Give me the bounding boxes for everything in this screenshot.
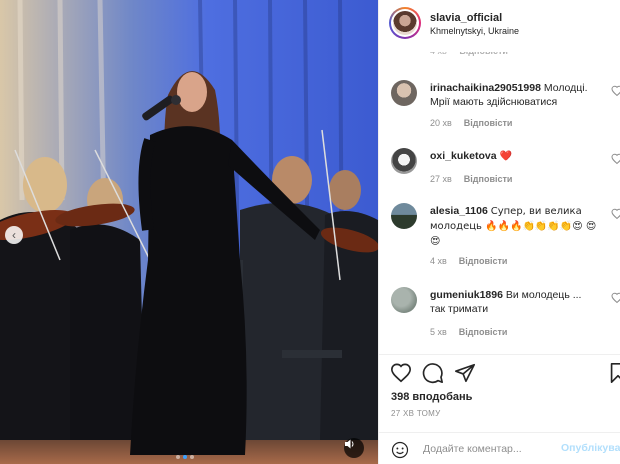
comment-time: 27 хв [430, 174, 452, 184]
like-comment-heart-icon[interactable] [611, 85, 620, 97]
comment-body: ❤️ [499, 151, 512, 162]
chevron-left-icon: ‹ [12, 228, 16, 242]
commenter-avatar[interactable] [391, 287, 417, 313]
commenter-username[interactable]: oxi_kuketova [430, 150, 497, 162]
comment-text: irinachaikina29051998 Молодці. Мрії мают… [430, 81, 598, 109]
commenter-avatar[interactable] [391, 203, 417, 229]
comment-meta: 4 хв Відповісти [430, 256, 507, 266]
emoji-icon[interactable] [391, 441, 409, 459]
carousel-dot [176, 455, 180, 459]
likes-count[interactable]: 398 вподобань [391, 391, 472, 403]
like-comment-heart-icon[interactable] [611, 292, 620, 304]
carousel-dot-active [183, 455, 187, 459]
prev-slide-button[interactable]: ‹ [5, 226, 23, 244]
bookmark-icon[interactable] [607, 362, 620, 384]
commenter-avatar[interactable] [391, 80, 417, 106]
like-comment-heart-icon[interactable] [611, 153, 620, 165]
commenter-avatar[interactable] [391, 148, 417, 174]
post-timestamp[interactable]: 27 ХВ ТОМУ [391, 409, 441, 418]
comment-time: 5 хв [430, 327, 447, 337]
sound-toggle-button[interactable] [344, 438, 364, 458]
post-header: slavia_official Khmelnytskyi, Ukraine [379, 0, 620, 52]
heart-icon[interactable] [390, 362, 412, 384]
carousel-dot [190, 455, 194, 459]
comment-time: 20 хв [430, 118, 452, 128]
reply-link[interactable]: Відповісти [464, 118, 513, 128]
comment-meta: 5 хв Відповісти [430, 327, 507, 337]
post-actions [379, 362, 620, 386]
concert-photo [0, 0, 378, 464]
commenter-username[interactable]: alesia_1106 [430, 205, 488, 217]
post-location[interactable]: Khmelnytskyi, Ukraine [430, 26, 519, 36]
reply-link[interactable]: Відповісти [459, 256, 508, 266]
reply-link[interactable]: Відповісти [459, 327, 508, 337]
comment-composer: Опублікувати [379, 432, 620, 464]
comment-input[interactable] [423, 441, 553, 457]
author-avatar[interactable] [389, 7, 421, 39]
publish-button[interactable]: Опублікувати [561, 442, 620, 454]
comment-meta: 27 хв Відповісти [430, 174, 512, 184]
post-media[interactable]: ‹ [0, 0, 378, 464]
comment-time: 4 хв [430, 256, 447, 266]
author-username[interactable]: slavia_official [430, 12, 502, 24]
commenter-username[interactable]: irinachaikina29051998 [430, 82, 541, 94]
post-sidebar: slavia_official Khmelnytskyi, Ukraine 4 … [378, 0, 620, 464]
comment-meta: 20 хв Відповісти [430, 118, 512, 128]
comment-text: gumeniuk1896 Ви молодець ... так тримати [430, 288, 598, 316]
comment-icon[interactable] [422, 362, 444, 384]
speaker-icon [345, 439, 354, 449]
commenter-username[interactable]: gumeniuk1896 [430, 289, 503, 301]
like-comment-heart-icon[interactable] [611, 208, 620, 220]
reply-link[interactable]: Відповісти [464, 174, 513, 184]
paper-plane-icon[interactable] [454, 362, 476, 384]
carousel-indicator [176, 455, 194, 459]
comment-text: oxi_kuketova ❤️ [430, 149, 598, 164]
section-divider [379, 354, 620, 355]
comment-text: alesia_1106 Супер, ви велика молодець 🔥🔥… [430, 204, 598, 249]
